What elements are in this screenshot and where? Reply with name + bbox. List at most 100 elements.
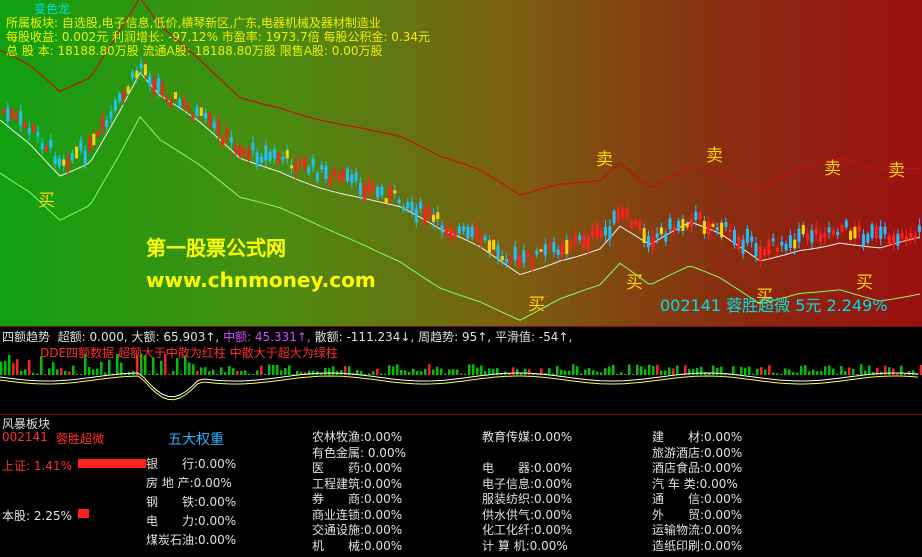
sector-item[interactable]: 运输物流:0.00% — [652, 521, 742, 538]
dde-bar — [696, 367, 699, 375]
sector-item[interactable]: 商业连锁:0.00% — [312, 506, 402, 523]
candle-body — [733, 230, 736, 245]
candle-body — [836, 231, 840, 236]
candle-body — [728, 228, 732, 233]
candle-body — [621, 208, 625, 218]
dde-bar — [160, 360, 163, 375]
dde-bar — [108, 359, 111, 375]
dde-bar — [508, 373, 511, 375]
sector-item[interactable]: 电 器:0.00% — [482, 459, 572, 476]
candle-body — [208, 112, 212, 127]
candle-body — [290, 165, 294, 169]
dde-bar — [0, 361, 3, 375]
dde-bar — [476, 367, 479, 375]
candle-body — [247, 150, 251, 160]
sector-item[interactable]: 服装纺织:0.00% — [482, 490, 572, 507]
dde-bar — [844, 371, 847, 375]
sector-item[interactable]: 化工化纤:0.00% — [482, 521, 572, 538]
dde-bar — [208, 371, 211, 375]
sector-item[interactable]: 银 行:0.00% — [146, 455, 236, 472]
sector-item[interactable]: 煤炭石油:0.00% — [146, 531, 236, 548]
sector-item[interactable]: 工程建筑:0.00% — [312, 475, 402, 492]
candle-body — [509, 256, 513, 261]
sector-item[interactable]: 房 地 产:0.00% — [146, 474, 232, 491]
sector-item[interactable]: 有色金属: 0.00% — [312, 444, 406, 461]
dde-bar — [456, 369, 459, 375]
sector-item[interactable]: 外 贸:0.00% — [652, 506, 742, 523]
candle-body — [70, 153, 74, 160]
sector-item[interactable]: 钢 铁:0.00% — [146, 493, 236, 510]
sector-item[interactable]: 供水供气:0.00% — [482, 506, 572, 523]
sector-panel[interactable]: 风暴板块 002141 蓉胜超微 五大权重 上证: 1.41% 本股: 2.25… — [0, 414, 922, 557]
dde-bar — [528, 369, 531, 375]
dde-bar — [636, 364, 639, 375]
candle-body — [573, 235, 577, 243]
sector-item[interactable]: 医 药:0.00% — [312, 459, 402, 476]
sector-item[interactable]: 交通设施:0.00% — [312, 521, 402, 538]
candle-body — [522, 249, 526, 263]
sector-item[interactable]: 造纸印刷:0.00% — [652, 537, 742, 554]
sector-item[interactable]: 券 商:0.00% — [312, 490, 402, 507]
sell-signal: 卖 — [824, 159, 841, 179]
sector-item[interactable]: 电子信息:0.00% — [482, 475, 572, 492]
candle-body — [479, 237, 483, 243]
candle-body — [857, 226, 861, 232]
candle-body — [255, 152, 259, 166]
candle-body — [105, 120, 109, 127]
dde-bar — [480, 365, 483, 375]
candle-body — [427, 209, 431, 217]
dde-bar — [888, 367, 891, 375]
sector-item[interactable]: 农林牧渔:0.00% — [312, 428, 402, 445]
dde-bar — [764, 369, 767, 375]
candle-body — [681, 219, 685, 231]
candle-body — [642, 228, 646, 243]
sector-item[interactable]: 酒店食品:0.00% — [652, 459, 742, 476]
buy-signal: 买 — [38, 191, 55, 211]
dde-bar — [640, 366, 643, 375]
dde-bar — [56, 369, 59, 375]
weekly-value: 周趋势: 95↑, — [418, 330, 492, 344]
main-price-chart[interactable]: 变色龙 所属板块: 自选股,电子信息,低价,横琴新区,广东,电器机械及器材制造业… — [0, 0, 922, 326]
sector-item[interactable]: 教育传媒:0.00% — [482, 428, 572, 445]
dde-bar — [516, 369, 519, 375]
candle-body — [165, 97, 169, 101]
dde-bar — [436, 366, 439, 375]
candle-body — [604, 226, 607, 236]
candle-body — [638, 221, 642, 231]
dde-bar — [448, 369, 451, 375]
dde-bar — [896, 373, 899, 375]
sector-item[interactable]: 机 械:0.00% — [312, 537, 402, 554]
sector-item[interactable]: 通 信:0.00% — [652, 490, 742, 507]
candle-body — [496, 245, 500, 259]
dde-indicator-panel[interactable]: 四额趋势 超额: 0.000, 大额: 65.903↑, 中额: 45.331↑… — [0, 326, 922, 415]
candle-body — [685, 223, 689, 228]
sector-item[interactable]: 建 材:0.00% — [652, 428, 742, 445]
candle-body — [414, 208, 418, 223]
sector-item[interactable]: 旅游酒店:0.00% — [652, 444, 742, 461]
sector-item[interactable]: 计 算 机:0.00% — [482, 537, 568, 554]
candle-body — [870, 224, 874, 238]
dde-bar — [280, 370, 283, 375]
candle-body — [556, 249, 560, 255]
sector-item[interactable]: 汽 车 类:0.00% — [652, 475, 738, 492]
dde-bar — [392, 366, 395, 375]
dde-bar — [512, 367, 515, 375]
candle-body — [440, 225, 444, 233]
candle-body — [234, 146, 238, 153]
indicator-title-row: 四额趋势 超额: 0.000, 大额: 65.903↑, 中额: 45.331↑… — [2, 328, 572, 345]
candle-body — [793, 239, 797, 249]
dde-bar — [172, 371, 175, 375]
sector-item[interactable]: 电 力:0.00% — [146, 512, 236, 529]
candle-body — [371, 185, 375, 191]
dde-bar — [632, 374, 635, 375]
own-change-label: 本股: 2.25% — [2, 509, 72, 523]
big-value: 大额: 65.903↑, — [131, 330, 220, 344]
dde-bar — [284, 367, 287, 375]
candle-body — [251, 142, 255, 151]
candle-body — [436, 212, 440, 220]
candle-body — [698, 212, 702, 220]
dde-bar — [624, 374, 627, 375]
candle-body — [419, 201, 423, 209]
dde-bar — [80, 374, 83, 375]
dde-bar — [900, 365, 903, 375]
